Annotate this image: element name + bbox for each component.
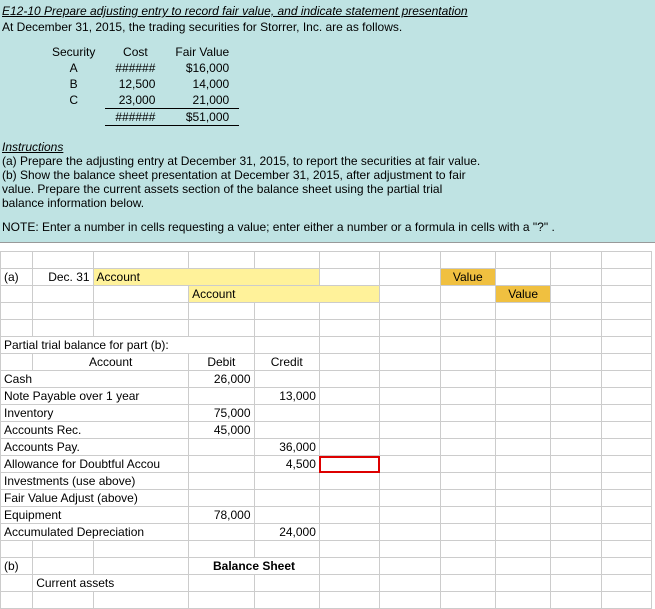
ptb-row-debit — [189, 490, 254, 507]
sec-c-fv: 21,000 — [165, 92, 239, 109]
ptb-row-acct: Fair Value Adjust (above) — [1, 490, 189, 507]
ptb-row-debit — [189, 524, 254, 541]
ptb-row-debit — [189, 388, 254, 405]
ptb-row-credit: 36,000 — [254, 439, 319, 456]
ptb-row-credit — [254, 507, 319, 524]
ptb-row-debit — [189, 473, 254, 490]
ptb-row-acct: Inventory — [1, 405, 189, 422]
ptb-row-credit — [254, 473, 319, 490]
ptb-row-acct: Cash — [1, 371, 189, 388]
instruction-b-line1: (b) Show the balance sheet presentation … — [2, 168, 653, 182]
sec-c-cost: 23,000 — [105, 92, 165, 109]
ptb-row-credit — [254, 490, 319, 507]
ptb-row-acct: Equipment — [1, 507, 189, 524]
instruction-b-line2: value. Prepare the current assets sectio… — [2, 182, 653, 196]
sec-b-cost: 12,500 — [105, 76, 165, 92]
value-input-2[interactable]: Value — [495, 286, 550, 303]
ptb-row-debit — [189, 456, 254, 473]
sec-a-cost: ###### — [105, 60, 165, 76]
account-input-1[interactable]: Account — [93, 269, 319, 286]
ptb-row-debit: 75,000 — [189, 405, 254, 422]
col-cost: Cost — [105, 44, 165, 60]
value-input-1[interactable]: Value — [440, 269, 495, 286]
sec-b-fv: 14,000 — [165, 76, 239, 92]
ptb-row-debit: 78,000 — [189, 507, 254, 524]
ptb-col-debit: Debit — [189, 354, 254, 371]
sec-a: A — [42, 60, 105, 76]
ptb-row-acct: Note Payable over 1 year — [1, 388, 189, 405]
part-b-label: (b) — [1, 558, 33, 575]
total-fv: $51,000 — [165, 109, 239, 126]
ptb-row-credit: 13,000 — [254, 388, 319, 405]
ptb-col-account: Account — [33, 354, 189, 371]
ptb-row-acct: Accumulated Depreciation — [1, 524, 189, 541]
note-text: NOTE: Enter a number in cells requesting… — [2, 220, 653, 234]
instruction-b-line3: balance information below. — [2, 196, 653, 210]
entry-date: Dec. 31 — [33, 269, 93, 286]
ptb-row-acct: Accounts Pay. — [1, 439, 189, 456]
ptb-row-credit — [254, 371, 319, 388]
instructions-heading: Instructions — [2, 140, 653, 154]
current-assets-label: Current assets — [33, 575, 189, 592]
ptb-row-credit — [254, 422, 319, 439]
ptb-row-credit: 24,000 — [254, 524, 319, 541]
problem-title: E12-10 Prepare adjusting entry to record… — [2, 4, 653, 18]
ptb-row-acct: Accounts Rec. — [1, 422, 189, 439]
account-input-2[interactable]: Account — [189, 286, 380, 303]
worksheet-grid: (a) Dec. 31 Account Value Account Value … — [0, 251, 652, 609]
col-fairvalue: Fair Value — [165, 44, 239, 60]
ptb-row-acct: Allowance for Doubtful Accou — [1, 456, 189, 473]
intro-text: At December 31, 2015, the trading securi… — [2, 20, 653, 34]
sec-a-fv: $16,000 — [165, 60, 239, 76]
instruction-a: (a) Prepare the adjusting entry at Decem… — [2, 154, 653, 168]
selected-cell[interactable] — [319, 456, 379, 473]
ptb-row-debit: 26,000 — [189, 371, 254, 388]
sec-b: B — [42, 76, 105, 92]
sec-c: C — [42, 92, 105, 109]
total-cost: ###### — [105, 109, 165, 126]
balance-sheet-title: Balance Sheet — [189, 558, 320, 575]
ptb-row-credit — [254, 405, 319, 422]
ptb-row-acct: Investments (use above) — [1, 473, 189, 490]
ptb-heading: Partial trial balance for part (b): — [1, 337, 255, 354]
securities-table: Security Cost Fair Value A ###### $16,00… — [42, 44, 239, 126]
problem-header: E12-10 Prepare adjusting entry to record… — [0, 0, 655, 243]
col-security: Security — [42, 44, 105, 60]
ptb-row-debit — [189, 439, 254, 456]
ptb-row-credit: 4,500 — [254, 456, 319, 473]
ptb-col-credit: Credit — [254, 354, 319, 371]
part-a-label: (a) — [1, 269, 33, 286]
ptb-row-debit: 45,000 — [189, 422, 254, 439]
